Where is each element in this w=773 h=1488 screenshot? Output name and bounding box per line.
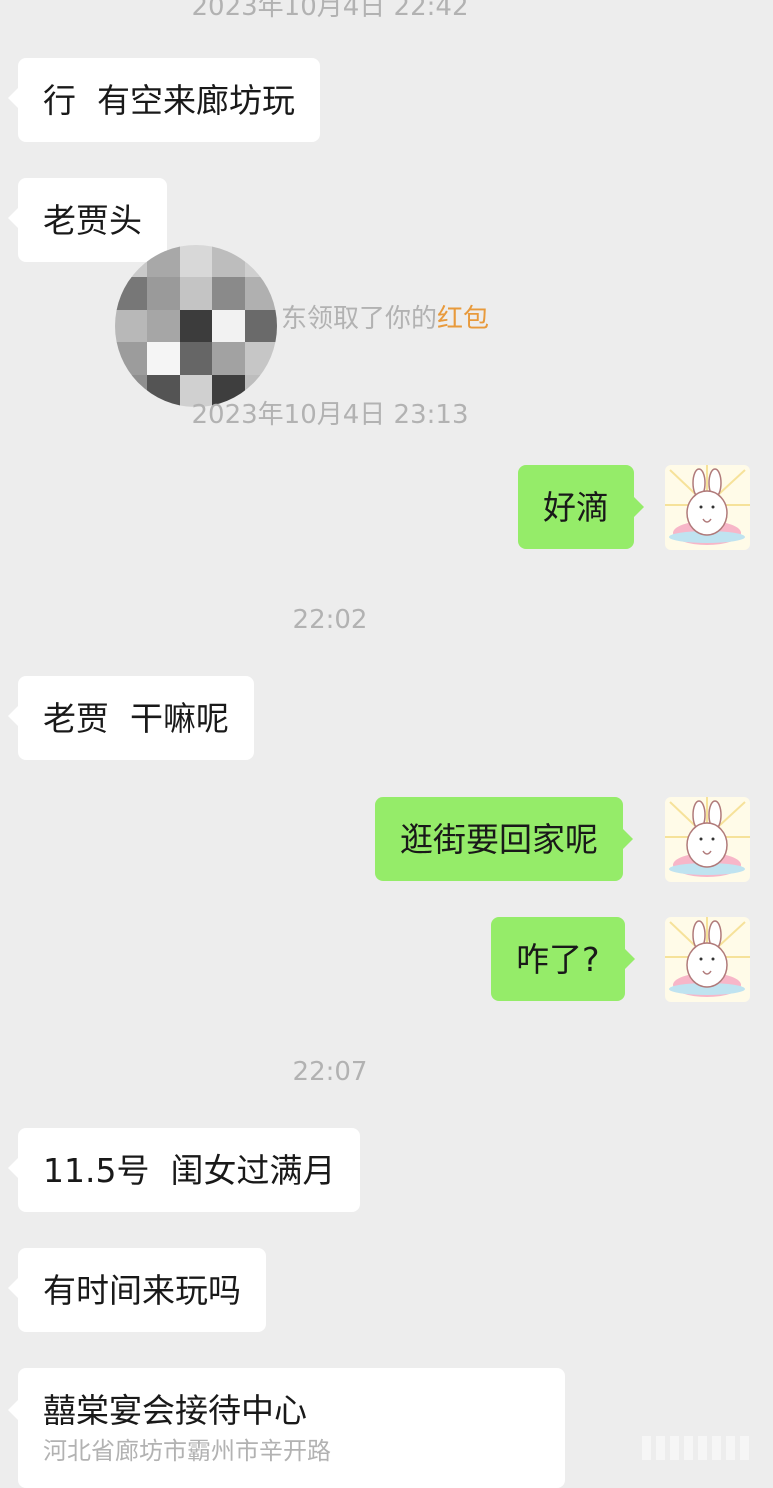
message-text: 老贾 干嘛呢 (43, 698, 229, 738)
rabbit-sticker-avatar-icon[interactable] (665, 797, 750, 882)
location-address: 河北省廊坊市霸州市辛开路 (43, 1437, 331, 1465)
timestamp: 22:02 (292, 605, 368, 635)
message-bubble-incoming[interactable]: 行 有空来廊坊玩 (8, 58, 320, 142)
red-packet-notice-text: 东领取了你的 (280, 304, 437, 334)
message-text: 咋了? (516, 939, 600, 979)
message-bubble-outgoing[interactable]: 咋了? (491, 917, 634, 1001)
message-text: 好滴 (543, 487, 609, 527)
message-bubble-incoming[interactable]: 11.5号 闺女过满月 (7, 1128, 361, 1212)
message-text: 老贾头 (43, 200, 142, 240)
location-title: 囍棠宴会接待中心 (43, 1391, 307, 1430)
message-text: 11.5号 闺女过满月 (43, 1150, 336, 1190)
watermark (642, 1436, 749, 1466)
rabbit-sticker-avatar-icon[interactable] (665, 917, 750, 1002)
timestamp: 2023年10月4日 23:13 (191, 400, 469, 430)
message-bubble-incoming[interactable]: 老贾 干嘛呢 (8, 676, 254, 760)
message-text: 行 有空来廊坊玩 (43, 80, 295, 120)
timestamp: 22:07 (292, 1057, 368, 1087)
red-packet-link[interactable]: 红包 (437, 304, 489, 334)
message-text: 有时间来玩吗 (43, 1270, 241, 1310)
message-bubble-incoming[interactable]: 老贾头 (8, 178, 167, 262)
timestamp-top: 2023年10月4日 22:42 (191, 0, 469, 22)
message-text: 逛街要回家呢 (400, 819, 598, 859)
rabbit-sticker-avatar-icon[interactable] (665, 465, 750, 550)
location-card[interactable]: 囍棠宴会接待中心 河北省廊坊市霸州市辛开路 (8, 1368, 565, 1488)
pixelated-avatar-icon (115, 245, 277, 407)
message-bubble-incoming[interactable]: 有时间来玩吗 (8, 1248, 266, 1332)
message-bubble-outgoing[interactable]: 逛街要回家呢 (375, 797, 633, 881)
message-bubble-outgoing[interactable]: 好滴 (518, 465, 644, 549)
